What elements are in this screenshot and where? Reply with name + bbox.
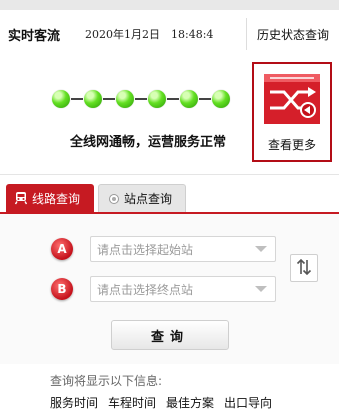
radio-icon [109, 193, 119, 204]
station-dot [52, 90, 70, 108]
station-dots [52, 90, 230, 108]
station-dot [180, 90, 198, 108]
start-station-placeholder: 请点击选择起始站 [97, 242, 194, 257]
start-station-select[interactable]: 请点击选择起始站 [90, 236, 276, 262]
query-info-footer: 查询将显示以下信息: 服务时间 车程时间 最佳方案 出口导向 [0, 364, 339, 416]
station-dot [148, 90, 166, 108]
route-query-form: A 请点击选择起始站 B 请点击选择终点站 查询 [0, 214, 339, 364]
chevron-down-icon [255, 246, 267, 252]
station-dot [116, 90, 134, 108]
dot-connector [199, 98, 211, 100]
dot-connector [167, 98, 179, 100]
dot-connector [103, 98, 115, 100]
end-station-badge: B [51, 278, 73, 300]
header-bar: 实时客流 2020年1月2日 18:48:4 历史状态查询 [0, 0, 339, 60]
view-more-button[interactable]: 查看更多 [252, 62, 332, 162]
tab-station-query[interactable]: 站点查询 [98, 184, 186, 212]
start-station-badge: A [51, 238, 73, 260]
network-map-icon [264, 74, 320, 124]
query-button[interactable]: 查询 [111, 320, 229, 350]
tab-line-query-label: 线路查询 [32, 191, 81, 206]
swap-arrows-icon [296, 258, 312, 279]
realtime-passenger-flow-panel: 实时客流 2020年1月2日 18:48:4 历史状态查询 全线网通畅，运营服务… [0, 0, 339, 416]
info-item-travel-time: 车程时间 [108, 396, 157, 410]
info-item-best-plan: 最佳方案 [166, 396, 215, 410]
chevron-down-icon [255, 286, 267, 292]
end-station-select[interactable]: 请点击选择终点站 [90, 276, 276, 302]
info-items: 服务时间 车程时间 最佳方案 出口导向 [50, 394, 282, 411]
view-more-label: 查看更多 [267, 138, 316, 152]
status-message: 全线网通畅，运营服务正常 [70, 135, 227, 150]
query-tabs: 线路查询 站点查询 [0, 184, 339, 212]
header-title: 实时客流 [8, 28, 61, 44]
info-item-exit-guide: 出口导向 [224, 396, 273, 410]
info-item-service-time: 服务时间 [50, 396, 99, 410]
history-status-link[interactable]: 历史状态查询 [245, 18, 329, 50]
station-dot [212, 90, 230, 108]
network-status-panel: 全线网通畅，运营服务正常 查看更多 [0, 50, 339, 175]
swap-stations-button[interactable] [290, 254, 318, 282]
dot-connector [135, 98, 147, 100]
tab-line-query[interactable]: 线路查询 [6, 184, 94, 212]
train-icon [14, 191, 28, 205]
info-title: 查询将显示以下信息: [50, 374, 163, 388]
dot-connector [71, 98, 83, 100]
header-datetime: 2020年1月2日 18:48:4 [85, 28, 214, 41]
tab-station-query-label: 站点查询 [124, 192, 173, 206]
station-dot [84, 90, 102, 108]
end-station-placeholder: 请点击选择终点站 [97, 282, 194, 297]
